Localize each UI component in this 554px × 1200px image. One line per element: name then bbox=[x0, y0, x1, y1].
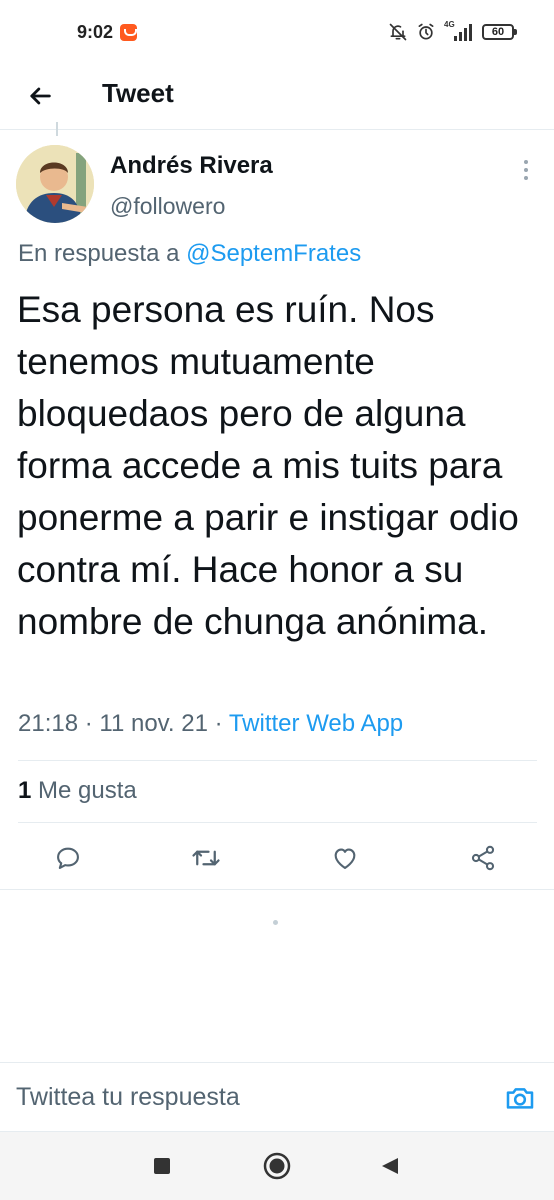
camera-icon bbox=[506, 1088, 534, 1109]
mute-icon bbox=[388, 22, 408, 42]
divider bbox=[18, 822, 537, 823]
camera-button[interactable] bbox=[502, 1080, 538, 1116]
meta-separator: · bbox=[214, 710, 223, 737]
reply-icon bbox=[57, 847, 79, 869]
back-nav-button[interactable] bbox=[370, 1146, 410, 1186]
more-vertical-icon bbox=[524, 160, 528, 164]
author-handle[interactable]: @followero bbox=[110, 193, 225, 220]
status-bar: 9:02 4G 60 bbox=[0, 0, 554, 64]
retweet-button[interactable] bbox=[184, 836, 228, 880]
author-name[interactable]: Andrés Rivera bbox=[110, 152, 273, 180]
battery-icon: 60 bbox=[482, 24, 517, 40]
section-divider bbox=[0, 889, 554, 890]
reply-to-mention[interactable]: @SeptemFrates bbox=[186, 240, 361, 267]
status-icons: 4G 60 bbox=[388, 20, 517, 44]
like-icon bbox=[334, 848, 356, 869]
arrow-left-icon bbox=[30, 87, 51, 105]
reply-context: En respuesta a @SeptemFrates bbox=[18, 240, 361, 268]
home-button[interactable] bbox=[257, 1146, 297, 1186]
likes-summary[interactable]: 1 Me gusta bbox=[18, 777, 137, 805]
reply-button[interactable] bbox=[46, 836, 90, 880]
back-button[interactable] bbox=[18, 74, 62, 118]
status-time: 9:02 bbox=[77, 22, 114, 42]
triangle-back-icon bbox=[382, 1158, 398, 1174]
page-title: Tweet bbox=[102, 78, 174, 108]
likes-count: 1 bbox=[18, 777, 32, 804]
square-icon bbox=[154, 1158, 170, 1174]
alarm-icon bbox=[416, 22, 436, 42]
avatar[interactable] bbox=[16, 145, 94, 223]
reply-input[interactable] bbox=[16, 1077, 486, 1117]
likes-label: Me gusta bbox=[38, 777, 137, 804]
meta-separator: · bbox=[84, 710, 93, 737]
tweet-metadata: 21:18 · 11 nov. 21 · Twitter Web App bbox=[18, 710, 403, 738]
retweet-icon bbox=[192, 850, 220, 866]
app-notification-icon bbox=[120, 24, 137, 41]
reply-prefix: En respuesta a bbox=[18, 240, 180, 267]
tweet-time: 21:18 bbox=[18, 710, 79, 737]
tweet-date: 11 nov. 21 bbox=[99, 710, 208, 737]
loading-indicator bbox=[273, 920, 278, 925]
circle-icon bbox=[263, 1152, 291, 1180]
like-button[interactable] bbox=[323, 836, 367, 880]
tweet-text: Esa persona es ruín. Nos tenemos mutuame… bbox=[17, 289, 519, 642]
signal-icon: 4G bbox=[444, 20, 474, 42]
system-navigation-bar bbox=[0, 1132, 554, 1200]
divider bbox=[18, 760, 537, 761]
reply-composer bbox=[0, 1062, 554, 1132]
tweet-source-link[interactable]: Twitter Web App bbox=[229, 710, 403, 737]
tweet-actions bbox=[0, 836, 554, 880]
recents-button[interactable] bbox=[142, 1146, 182, 1186]
share-icon bbox=[471, 845, 495, 871]
thread-connector-line bbox=[56, 122, 58, 136]
more-options-button[interactable] bbox=[514, 158, 538, 182]
top-app-bar: Tweet bbox=[0, 64, 554, 130]
share-button[interactable] bbox=[461, 836, 505, 880]
